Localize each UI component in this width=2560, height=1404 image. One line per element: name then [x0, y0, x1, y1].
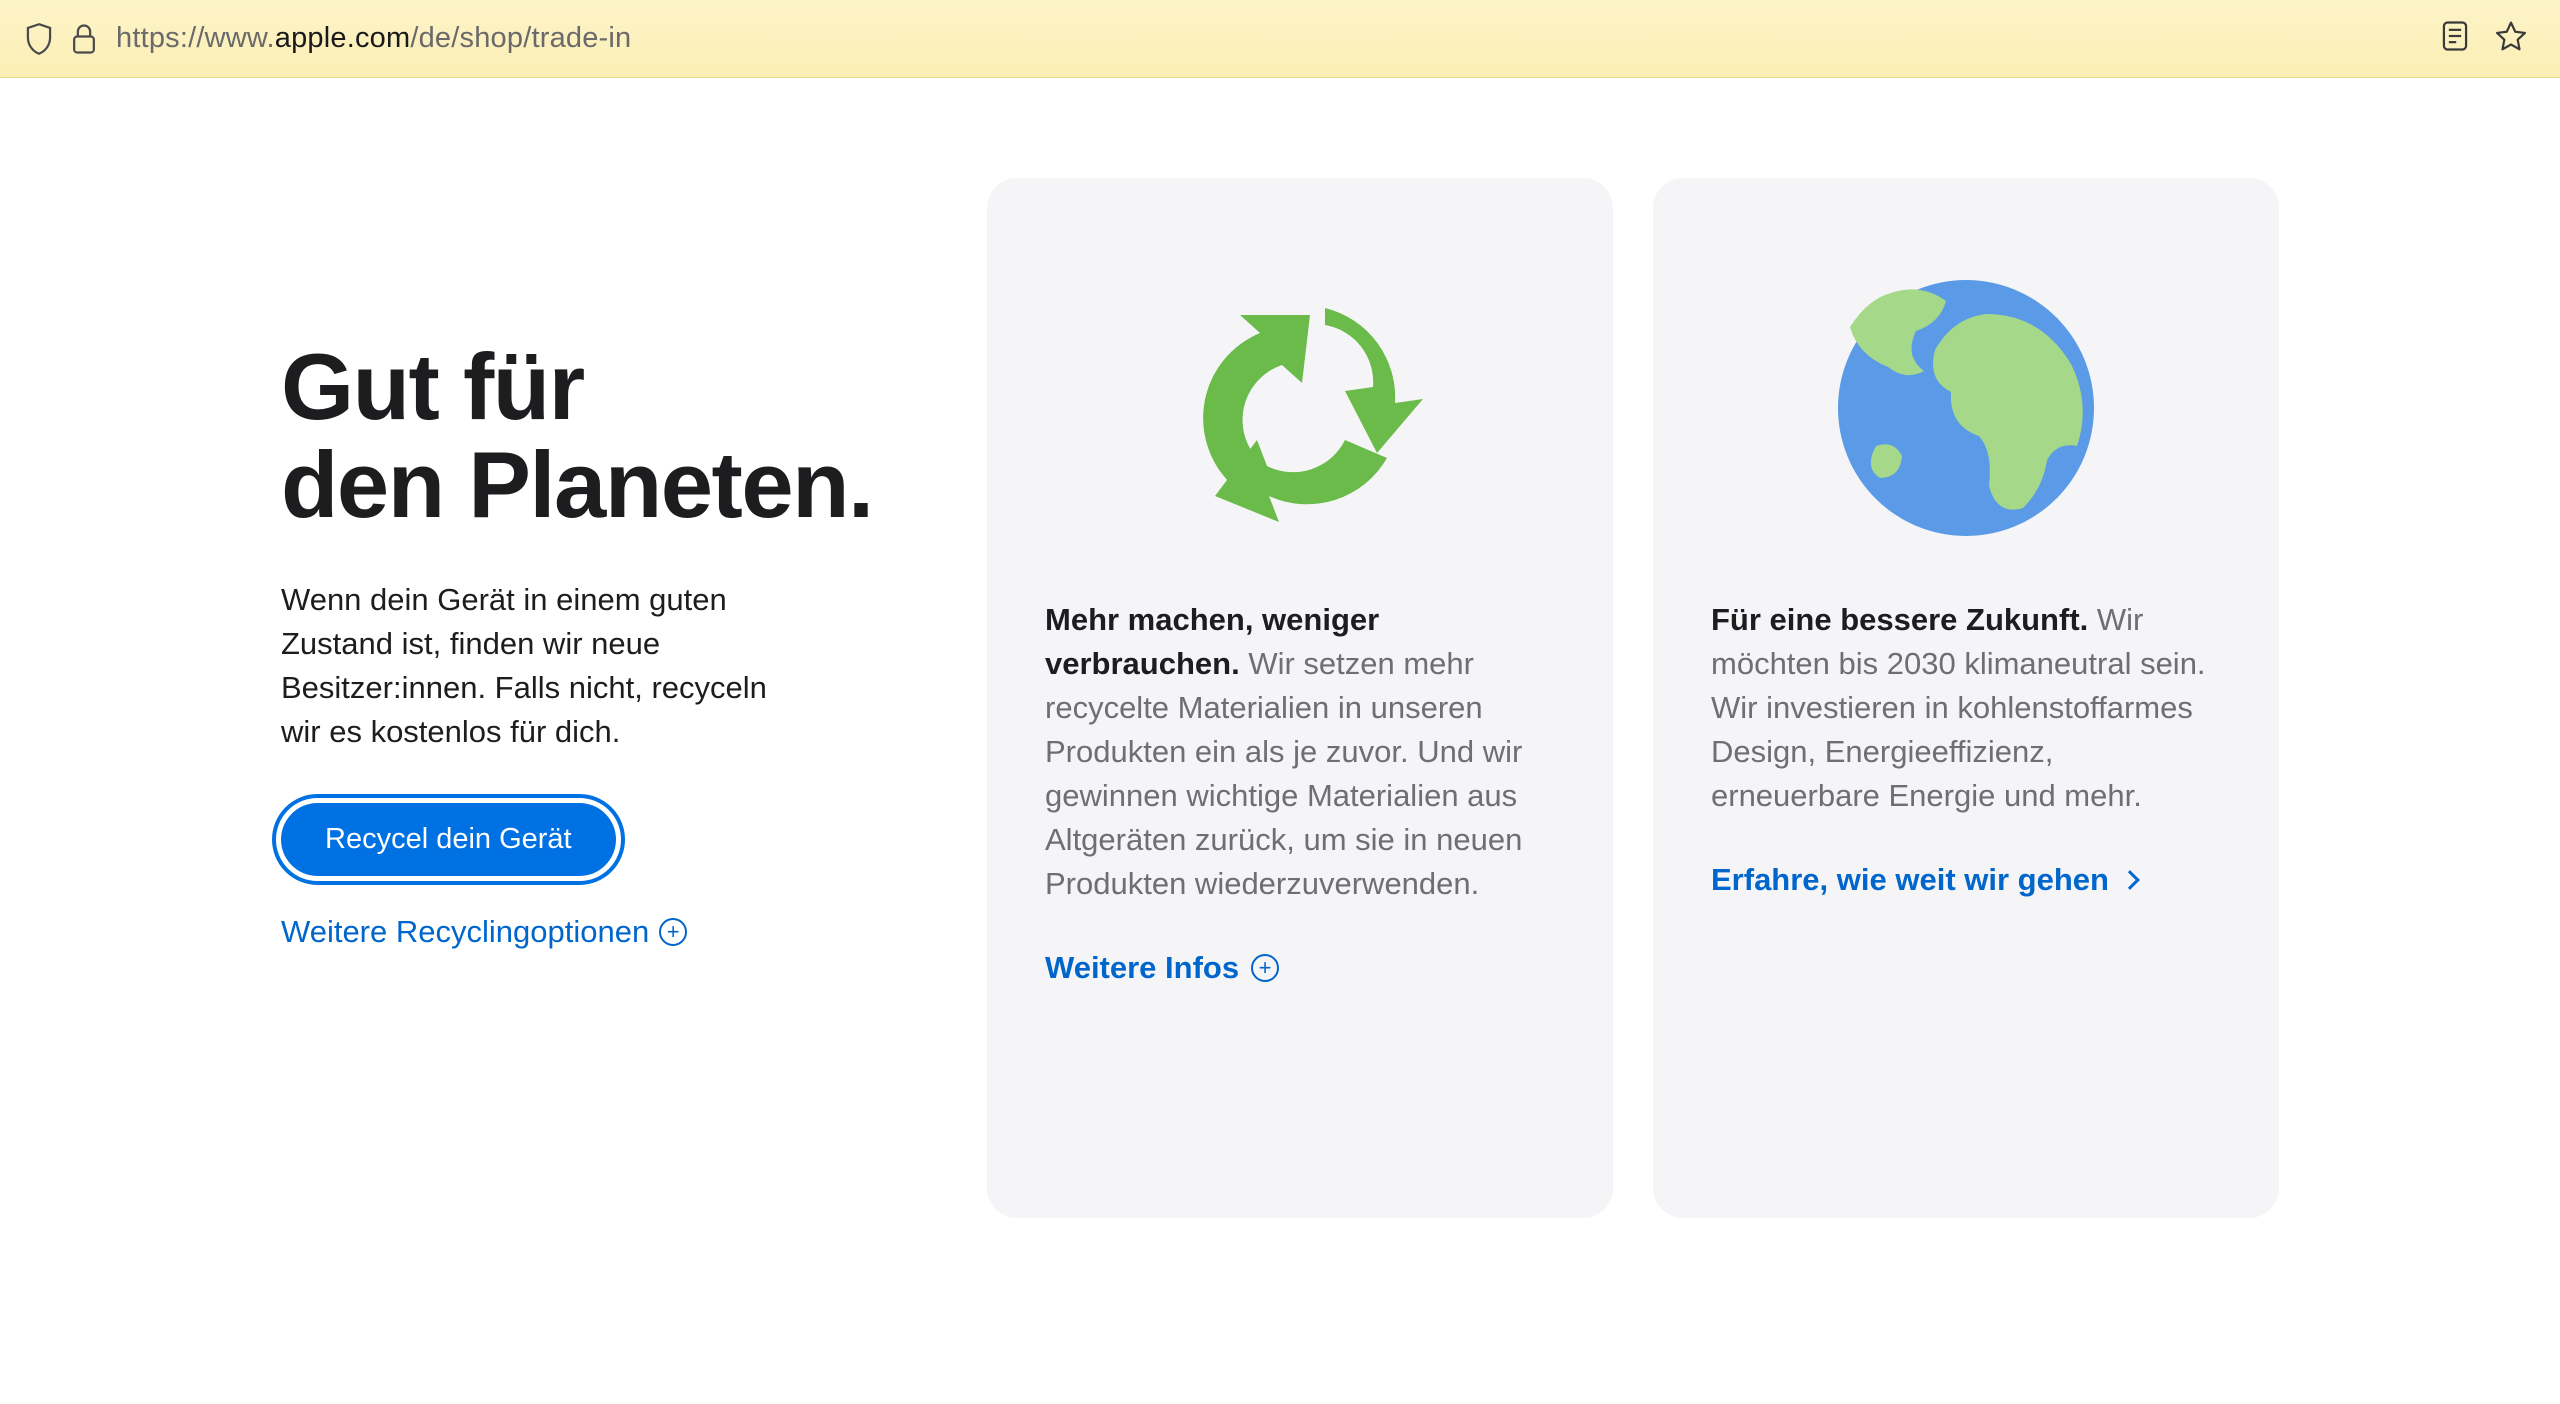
plus-circle-icon: + — [1251, 954, 1279, 982]
hero-description: Wenn dein Gerät in einem guten Zustand i… — [281, 578, 801, 755]
page-content: Gut für den Planeten. Wenn dein Gerät in… — [0, 78, 2560, 1218]
content-row: Gut für den Planeten. Wenn dein Gerät in… — [281, 178, 2279, 1218]
title-line-2: den Planeten. — [281, 432, 873, 537]
plus-circle-icon: + — [659, 918, 687, 946]
url-security-icons — [24, 23, 98, 55]
shield-icon[interactable] — [24, 23, 54, 55]
reader-mode-icon[interactable] — [2440, 20, 2470, 57]
earth-globe-icon — [1836, 278, 2096, 538]
page-title: Gut für den Planeten. — [281, 338, 941, 534]
card-lead: Für eine bessere Zukunft. — [1711, 602, 2088, 637]
cta-label: Recycel dein Gerät — [325, 823, 572, 856]
card-better-future: Für eine bessere Zukunft. Wir möchten bi… — [1653, 178, 2279, 1218]
more-recycling-options-link[interactable]: Weitere Recyclingoptionen + — [281, 914, 687, 950]
card-recycle-materials: Mehr machen, weniger verbrauchen. Wir se… — [987, 178, 1613, 1218]
card-text: Für eine bessere Zukunft. Wir möchten bi… — [1711, 598, 2221, 818]
card-text: Mehr machen, weniger verbrauchen. Wir se… — [1045, 598, 1555, 906]
title-line-1: Gut für — [281, 334, 584, 439]
card-link-label: Erfahre, wie weit wir gehen — [1711, 862, 2109, 898]
url-box: https://www.apple.com/de/shop/trade-in — [24, 19, 2536, 58]
card-body: Wir setzen mehr recycelte Materialien in… — [1045, 646, 1522, 901]
url-path: /de/shop/trade-in — [410, 22, 631, 54]
card-icon-wrap — [1711, 248, 2221, 568]
lock-icon[interactable] — [70, 23, 98, 55]
url-prefix: https://www. — [116, 22, 275, 54]
recycle-arrows-icon — [1175, 278, 1425, 538]
recycle-device-button[interactable]: Recycel dein Gerät — [281, 803, 616, 876]
card-link-label: Weitere Infos — [1045, 950, 1239, 986]
bookmark-star-icon[interactable] — [2494, 19, 2528, 58]
feature-cards: Mehr machen, weniger verbrauchen. Wir se… — [987, 178, 2279, 1218]
card-more-info-link[interactable]: Weitere Infos + — [1045, 950, 1555, 986]
more-options-label: Weitere Recyclingoptionen — [281, 914, 649, 950]
chevron-right-icon — [2120, 870, 2140, 890]
url-text[interactable]: https://www.apple.com/de/shop/trade-in — [116, 22, 2422, 55]
browser-url-bar: https://www.apple.com/de/shop/trade-in — [0, 0, 2560, 78]
hero-section: Gut für den Planeten. Wenn dein Gerät in… — [281, 178, 941, 1218]
card-learn-more-link[interactable]: Erfahre, wie weit wir gehen — [1711, 862, 2221, 898]
card-icon-wrap — [1045, 248, 1555, 568]
url-actions — [2440, 19, 2528, 58]
url-domain: apple.com — [275, 22, 411, 54]
